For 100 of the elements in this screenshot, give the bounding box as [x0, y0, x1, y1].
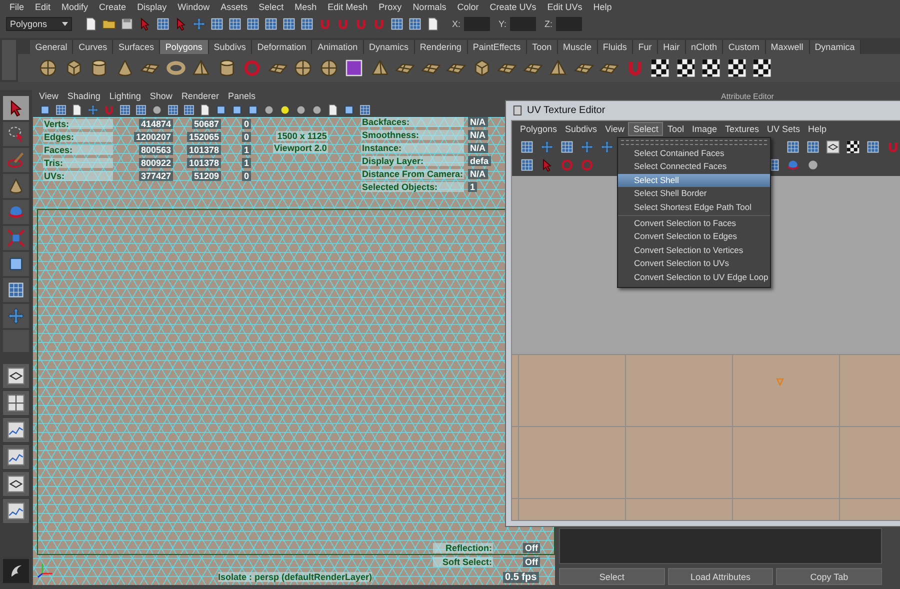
shelf-tab[interactable]: Maxwell: [766, 40, 810, 54]
menu-item[interactable]: Help: [804, 122, 831, 134]
menu-item[interactable]: Mesh: [289, 2, 322, 12]
tool-button[interactable]: [3, 96, 29, 120]
box-icon[interactable]: [344, 58, 364, 78]
checker-icon[interactable]: [701, 58, 721, 78]
grid-icon[interactable]: [246, 16, 260, 30]
sphere-icon[interactable]: [318, 58, 338, 78]
tool-button[interactable]: [3, 122, 29, 146]
move-icon[interactable]: [600, 140, 614, 154]
layout-button[interactable]: [3, 364, 29, 388]
menu-item[interactable]: Assets: [215, 2, 254, 12]
shelf-tab[interactable]: Fur: [633, 40, 658, 54]
menu-item[interactable]: Window: [172, 2, 216, 12]
shelf-tab[interactable]: nCloth: [686, 40, 724, 54]
grid-icon[interactable]: [135, 104, 147, 116]
page-icon[interactable]: [84, 16, 98, 30]
move-icon[interactable]: [87, 104, 99, 116]
graph-icon[interactable]: [7, 421, 25, 439]
grid-icon[interactable]: [264, 16, 278, 30]
shelf-tab[interactable]: Muscle: [558, 40, 598, 54]
checker-icon[interactable]: [650, 58, 670, 78]
arrow-icon[interactable]: [138, 16, 152, 30]
grid-icon[interactable]: [119, 104, 131, 116]
menu-item[interactable]: UV Sets: [762, 122, 804, 134]
shelf-tab[interactable]: Rendering: [414, 40, 468, 54]
grid-icon[interactable]: [156, 16, 170, 30]
notes-field[interactable]: [559, 528, 882, 564]
checker-icon[interactable]: [846, 140, 860, 154]
menu-item[interactable]: Create UVs: [484, 2, 542, 12]
page-icon[interactable]: [426, 16, 440, 30]
checker-icon[interactable]: [676, 58, 696, 78]
panel-button[interactable]: Select: [559, 568, 665, 585]
shelf-tab[interactable]: Deformation: [252, 40, 312, 54]
layout-icon[interactable]: [7, 475, 25, 493]
dropdown-item[interactable]: Select Connected Faces: [618, 160, 770, 174]
move-icon[interactable]: [7, 307, 25, 325]
grid-icon[interactable]: [167, 104, 179, 116]
shelf-tab[interactable]: PaintEffects: [468, 40, 527, 54]
coordinate-field[interactable]: [510, 16, 536, 30]
grid-icon[interactable]: [520, 140, 534, 154]
panel-button[interactable]: Load Attributes: [668, 568, 774, 585]
shelf-tab[interactable]: Hair: [658, 40, 686, 54]
menu-item[interactable]: Edit: [30, 2, 56, 12]
layout-button[interactable]: [3, 391, 29, 415]
cone-icon[interactable]: [7, 177, 25, 195]
shelf-tab[interactable]: Surfaces: [113, 40, 160, 54]
dropdown-item[interactable]: Select Contained Faces: [618, 147, 770, 160]
grid-icon[interactable]: [228, 16, 242, 30]
menu-item[interactable]: Polygons: [516, 122, 562, 134]
sphere-icon[interactable]: [38, 58, 58, 78]
move-icon[interactable]: [580, 140, 594, 154]
panel-menu-item[interactable]: Shading: [67, 91, 100, 101]
menu-item[interactable]: Tool: [663, 122, 688, 134]
grid-icon[interactable]: [55, 104, 67, 116]
layout-button[interactable]: [3, 472, 29, 496]
grid-icon[interactable]: [560, 140, 574, 154]
menu-item[interactable]: Normals: [407, 2, 452, 12]
pyramid-icon[interactable]: [548, 58, 568, 78]
layout-button[interactable]: [3, 499, 29, 523]
layout-icon[interactable]: [826, 140, 840, 154]
grid-icon[interactable]: [390, 16, 404, 30]
dropdown-item[interactable]: Convert Selection to Vertices: [618, 244, 770, 258]
arrow-icon[interactable]: [540, 158, 554, 172]
logo-button[interactable]: [3, 559, 29, 583]
graph-icon[interactable]: [7, 502, 25, 520]
quad-icon[interactable]: [7, 394, 25, 412]
grid-icon[interactable]: [866, 140, 880, 154]
lasso-icon[interactable]: [7, 125, 25, 143]
dropdown-item[interactable]: Convert Selection to Faces: [618, 216, 770, 230]
shelf-tab[interactable]: Animation: [312, 40, 364, 54]
grid-icon[interactable]: [408, 16, 422, 30]
coordinate-field[interactable]: [556, 16, 582, 30]
shelf-tab[interactable]: Toon: [526, 40, 558, 54]
menu-item[interactable]: View: [601, 122, 628, 134]
grid-icon[interactable]: [520, 158, 534, 172]
arrow-icon[interactable]: [174, 16, 188, 30]
cylinder-icon[interactable]: [89, 58, 109, 78]
dropdown-item[interactable]: Select Shell: [618, 174, 770, 188]
ball-icon[interactable]: [263, 104, 275, 116]
shelf-tab[interactable]: Polygons: [160, 40, 209, 54]
move-icon[interactable]: [192, 16, 206, 30]
menu-item[interactable]: Display: [132, 2, 172, 12]
grid-icon[interactable]: [282, 16, 296, 30]
panel-menu-item[interactable]: Show: [150, 91, 172, 101]
tool-button[interactable]: [3, 252, 29, 276]
shelf-tab[interactable]: Fluids: [598, 40, 634, 54]
dropdown-item[interactable]: Convert Selection to UV Edge Loop: [618, 270, 770, 284]
dropdown-item[interactable]: Convert Selection to UVs: [618, 257, 770, 271]
checker-icon[interactable]: [726, 58, 746, 78]
grid-icon[interactable]: [210, 16, 224, 30]
menu-item[interactable]: Textures: [720, 122, 763, 134]
graph-icon[interactable]: [7, 448, 25, 466]
menu-item[interactable]: File: [4, 2, 30, 12]
grid-icon[interactable]: [183, 104, 195, 116]
coordinate-field[interactable]: [464, 16, 490, 30]
move-icon[interactable]: [540, 140, 554, 154]
bulb-icon[interactable]: [279, 104, 291, 116]
tear-off-line[interactable]: [621, 140, 767, 145]
ball-icon[interactable]: [311, 104, 323, 116]
